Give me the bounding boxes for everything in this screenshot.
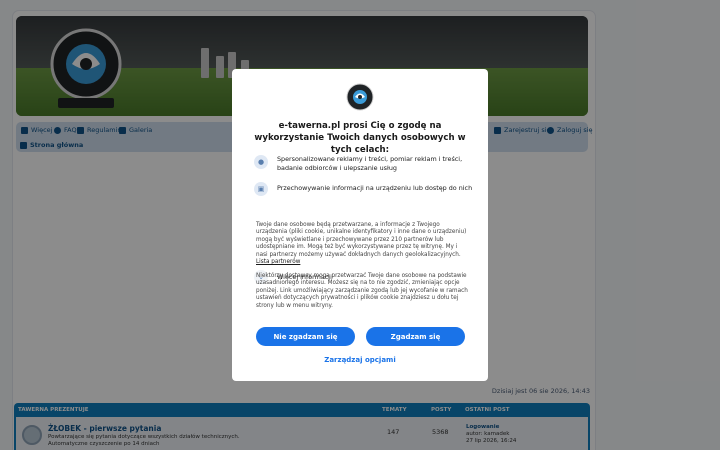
- accept-button[interactable]: Zgadzam się: [366, 327, 465, 346]
- dialog-site-logo: [346, 83, 374, 111]
- device-icon: ▣: [254, 182, 268, 196]
- decline-button[interactable]: Nie zgadzam się: [256, 327, 355, 346]
- user-icon: ●: [254, 155, 268, 169]
- partners-list-link[interactable]: Lista partnerów: [256, 259, 300, 265]
- consent-paragraph-2: Niektórzy dostawcy mogą przetwarzać Twoj…: [256, 273, 468, 309]
- consent-dialog: e-tawerna.pl prosi Cię o zgodę na wykorz…: [232, 69, 488, 381]
- manage-options-link[interactable]: Zarządzaj opcjami: [232, 356, 488, 364]
- purpose-text: Przechowywanie informacji na urządzeniu …: [277, 184, 473, 192]
- purpose-item: ▣ Przechowywanie informacji na urządzeni…: [254, 182, 476, 196]
- dialog-title: e-tawerna.pl prosi Cię o zgodę na wykorz…: [254, 121, 466, 155]
- purpose-text: Spersonalizowane reklamy i treści, pomia…: [277, 155, 463, 172]
- purpose-item: ● Spersonalizowane reklamy i treści, pom…: [254, 155, 476, 173]
- consent-paragraph-1-text: Twoje dane osobowe będą przetwarzane, a …: [256, 222, 467, 258]
- consent-paragraph-1-wrap: Twoje dane osobowe będą przetwarzane, a …: [256, 222, 468, 266]
